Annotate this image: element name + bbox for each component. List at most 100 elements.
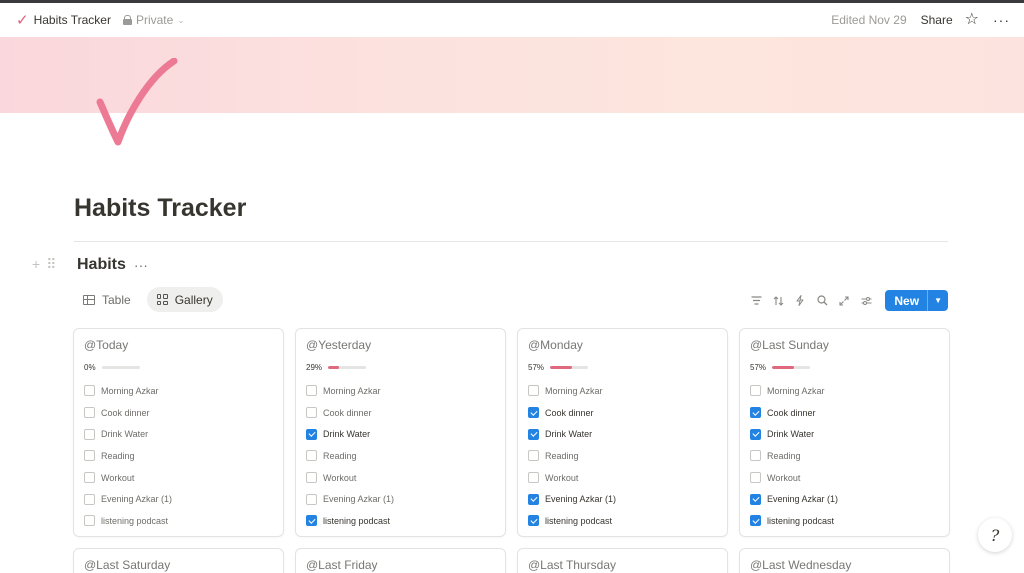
- chevron-down-icon[interactable]: ▼: [927, 290, 948, 311]
- checkbox[interactable]: [84, 515, 95, 527]
- checkbox[interactable]: [84, 407, 95, 419]
- habit-item[interactable]: Workout: [750, 467, 939, 489]
- checkbox-checked[interactable]: [750, 428, 761, 440]
- habit-item[interactable]: Evening Azkar (1): [306, 488, 495, 510]
- day-card[interactable]: @Last Friday: [295, 548, 506, 573]
- automation-bolt-icon[interactable]: [789, 291, 811, 311]
- card-title[interactable]: @Today: [84, 338, 273, 352]
- checkbox[interactable]: [528, 472, 539, 484]
- habit-item[interactable]: Evening Azkar (1): [84, 488, 273, 510]
- card-title[interactable]: @Last Thursday: [528, 558, 717, 572]
- habit-item[interactable]: Morning Azkar: [306, 380, 495, 402]
- habit-item[interactable]: Workout: [84, 467, 273, 489]
- habit-item[interactable]: listening podcast: [750, 510, 939, 532]
- favorite-star-icon[interactable]: ☆: [965, 12, 979, 28]
- card-title[interactable]: @Yesterday: [306, 338, 495, 352]
- habit-item[interactable]: Reading: [306, 445, 495, 467]
- habit-item[interactable]: Morning Azkar: [750, 380, 939, 402]
- checkbox[interactable]: [84, 493, 95, 505]
- habit-item[interactable]: listening podcast: [528, 510, 717, 532]
- day-card[interactable]: @Yesterday 29% Morning Azkar Cook dinner D…: [295, 328, 506, 537]
- checkbox[interactable]: [528, 450, 539, 462]
- new-button[interactable]: New ▼: [885, 290, 948, 311]
- checkbox[interactable]: [306, 450, 317, 462]
- sort-icon[interactable]: [767, 291, 789, 311]
- habit-item[interactable]: Cook dinner: [84, 402, 273, 424]
- habit-item[interactable]: Reading: [528, 445, 717, 467]
- drag-handle-icon[interactable]: ⠿: [46, 256, 56, 273]
- habit-item[interactable]: Reading: [84, 445, 273, 467]
- day-card[interactable]: @Last Thursday: [517, 548, 728, 573]
- privacy-menu[interactable]: Private ⌄: [122, 13, 185, 27]
- checkbox[interactable]: [84, 428, 95, 440]
- settings-sliders-icon[interactable]: [855, 291, 877, 311]
- habit-label: listening podcast: [323, 515, 391, 526]
- habit-item[interactable]: Cook dinner: [528, 402, 717, 424]
- help-button[interactable]: ?: [978, 518, 1012, 552]
- day-card[interactable]: @Last Wednesday: [739, 548, 950, 573]
- search-icon[interactable]: [811, 291, 833, 311]
- habit-item[interactable]: listening podcast: [306, 510, 495, 532]
- checkbox[interactable]: [84, 472, 95, 484]
- new-button-label[interactable]: New: [885, 294, 927, 308]
- tab-table[interactable]: Table: [73, 287, 141, 312]
- card-title[interactable]: @Last Saturday: [84, 558, 273, 572]
- checkbox-checked[interactable]: [750, 407, 761, 419]
- habit-item[interactable]: Morning Azkar: [84, 380, 273, 402]
- habit-item[interactable]: Cook dinner: [750, 402, 939, 424]
- habit-item[interactable]: listening podcast: [84, 510, 273, 532]
- checkbox[interactable]: [306, 385, 317, 397]
- habit-item[interactable]: Drink Water: [750, 423, 939, 445]
- database-title-label[interactable]: Habits: [77, 256, 126, 274]
- habit-item[interactable]: Evening Azkar (1): [750, 488, 939, 510]
- database-title[interactable]: Habits ···: [77, 256, 148, 274]
- page-title[interactable]: Habits Tracker: [74, 194, 246, 223]
- pink-checkmark-icon[interactable]: [94, 58, 178, 148]
- checkbox-checked[interactable]: [750, 493, 761, 505]
- checkbox[interactable]: [750, 385, 761, 397]
- card-title[interactable]: @Last Friday: [306, 558, 495, 572]
- checkbox[interactable]: [84, 450, 95, 462]
- share-button[interactable]: Share: [921, 13, 953, 27]
- checkbox[interactable]: [306, 407, 317, 419]
- habit-item[interactable]: Evening Azkar (1): [528, 488, 717, 510]
- checkbox-checked[interactable]: [528, 407, 539, 419]
- checkbox[interactable]: [306, 493, 317, 505]
- habit-item[interactable]: Drink Water: [528, 423, 717, 445]
- checkbox[interactable]: [528, 385, 539, 397]
- more-options-icon[interactable]: ···: [993, 12, 1010, 28]
- block-handles[interactable]: + ⠿: [32, 256, 56, 273]
- day-card[interactable]: @Today 0% Morning Azkar Cook dinner Drink …: [73, 328, 284, 537]
- checkbox[interactable]: [306, 472, 317, 484]
- card-title[interactable]: @Last Wednesday: [750, 558, 939, 572]
- checkbox-checked[interactable]: [750, 515, 761, 527]
- day-card[interactable]: @Monday 57% Morning Azkar Cook dinner Drin…: [517, 328, 728, 537]
- checkbox[interactable]: [84, 385, 95, 397]
- day-card[interactable]: @Last Sunday 57% Morning Azkar Cook dinne…: [739, 328, 950, 537]
- tab-gallery[interactable]: Gallery: [146, 287, 223, 312]
- breadcrumb-page-title[interactable]: Habits Tracker: [34, 13, 111, 27]
- checkbox[interactable]: [750, 472, 761, 484]
- habit-item[interactable]: Cook dinner: [306, 402, 495, 424]
- database-options-icon[interactable]: ···: [134, 257, 148, 273]
- card-title[interactable]: @Last Sunday: [750, 338, 939, 352]
- habit-item[interactable]: Workout: [306, 467, 495, 489]
- habit-item[interactable]: Drink Water: [306, 423, 495, 445]
- habit-item[interactable]: Drink Water: [84, 423, 273, 445]
- checkbox[interactable]: [750, 450, 761, 462]
- habit-item[interactable]: Reading: [750, 445, 939, 467]
- add-block-icon[interactable]: +: [32, 256, 40, 273]
- checkbox-checked[interactable]: [306, 428, 317, 440]
- checkbox-checked[interactable]: [528, 493, 539, 505]
- expand-icon[interactable]: [833, 291, 855, 311]
- checkbox-checked[interactable]: [306, 515, 317, 527]
- habit-item[interactable]: Morning Azkar: [528, 380, 717, 402]
- habit-label: Evening Azkar (1): [767, 494, 839, 505]
- checkbox-checked[interactable]: [528, 428, 539, 440]
- checkbox-checked[interactable]: [528, 515, 539, 527]
- day-card[interactable]: @Last Saturday: [73, 548, 284, 573]
- habit-item[interactable]: Workout: [528, 467, 717, 489]
- card-title[interactable]: @Monday: [528, 338, 717, 352]
- breadcrumb[interactable]: ✓ Habits Tracker: [16, 13, 111, 28]
- filter-icon[interactable]: [745, 291, 767, 311]
